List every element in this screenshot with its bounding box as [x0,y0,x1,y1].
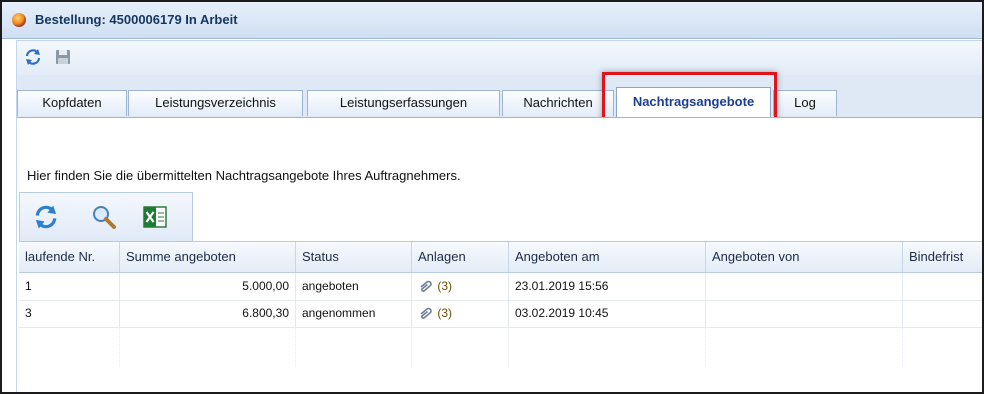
tab-kopfdaten[interactable]: Kopfdaten [17,90,127,116]
cell-nr: 3 [19,300,120,327]
save-icon[interactable] [53,47,73,67]
column-header-laufende-nr[interactable]: laufende Nr. [19,242,120,272]
title-bar: Bestellung: 4500006179 In Arbeit [2,2,982,39]
table-row[interactable]: 3 6.800,30 angenommen (3) 03.02.2019 10:… [19,300,982,328]
column-divider [119,327,120,367]
cell-summe: 6.800,30 [120,300,296,327]
grid-toolbar [19,192,193,242]
column-divider [902,327,903,367]
refresh-icon[interactable] [23,47,43,67]
cell-summe: 5.000,00 [120,273,296,300]
cell-angeboten-von [706,300,903,327]
cell-angeboten-am: 23.01.2019 15:56 [509,273,706,300]
cell-bindefrist [903,300,982,327]
cell-anlagen[interactable]: (3) [412,300,509,327]
table-header: laufende Nr. Summe angeboten Status Anla… [19,241,982,273]
column-divider [705,327,706,367]
cell-angeboten-von [706,273,903,300]
column-header-angeboten-am[interactable]: Angeboten am [509,242,706,272]
tab-bar: Kopfdaten Leistungsverzeichnis Leistungs… [16,75,982,117]
attachment-count[interactable]: (3) [437,306,452,320]
refresh-icon[interactable] [32,203,60,231]
info-text: Hier finden Sie die übermittelten Nachtr… [27,168,461,183]
excel-export-icon[interactable] [141,203,169,231]
tab-log[interactable]: Log [773,90,837,116]
column-header-summe[interactable]: Summe angeboten [120,242,296,272]
table-row[interactable]: 1 5.000,00 angeboten (3) 23.01.2019 15:5… [19,273,982,301]
tab-leistungserfassungen[interactable]: Leistungserfassungen [307,90,500,116]
column-header-bindefrist[interactable]: Bindefrist [903,242,982,272]
cell-bindefrist [903,273,982,300]
offers-table: laufende Nr. Summe angeboten Status Anla… [19,241,982,392]
search-icon[interactable] [90,203,118,231]
column-divider [295,327,296,367]
tab-nachrichten[interactable]: Nachrichten [502,90,614,116]
tab-content-panel: Hier finden Sie die übermittelten Nachtr… [16,117,982,392]
column-divider [508,327,509,367]
cell-anlagen[interactable]: (3) [412,273,509,300]
tab-leistungsverzeichnis[interactable]: Leistungsverzeichnis [128,90,303,116]
column-header-angeboten-von[interactable]: Angeboten von [706,242,903,272]
main-toolbar [16,40,982,76]
window-title: Bestellung: 4500006179 In Arbeit [35,12,238,27]
column-header-anlagen[interactable]: Anlagen [412,242,509,272]
cell-angeboten-am: 03.02.2019 10:45 [509,300,706,327]
column-divider [411,327,412,367]
column-header-status[interactable]: Status [296,242,412,272]
paperclip-icon [420,280,432,292]
app-logo-icon [12,13,26,27]
cell-status: angenommen [296,300,412,327]
paperclip-icon [420,307,432,319]
cell-nr: 1 [19,273,120,300]
application-window: Bestellung: 4500006179 In Arbeit Kopfdat… [0,0,984,394]
cell-status: angeboten [296,273,412,300]
attachment-count[interactable]: (3) [437,279,452,293]
